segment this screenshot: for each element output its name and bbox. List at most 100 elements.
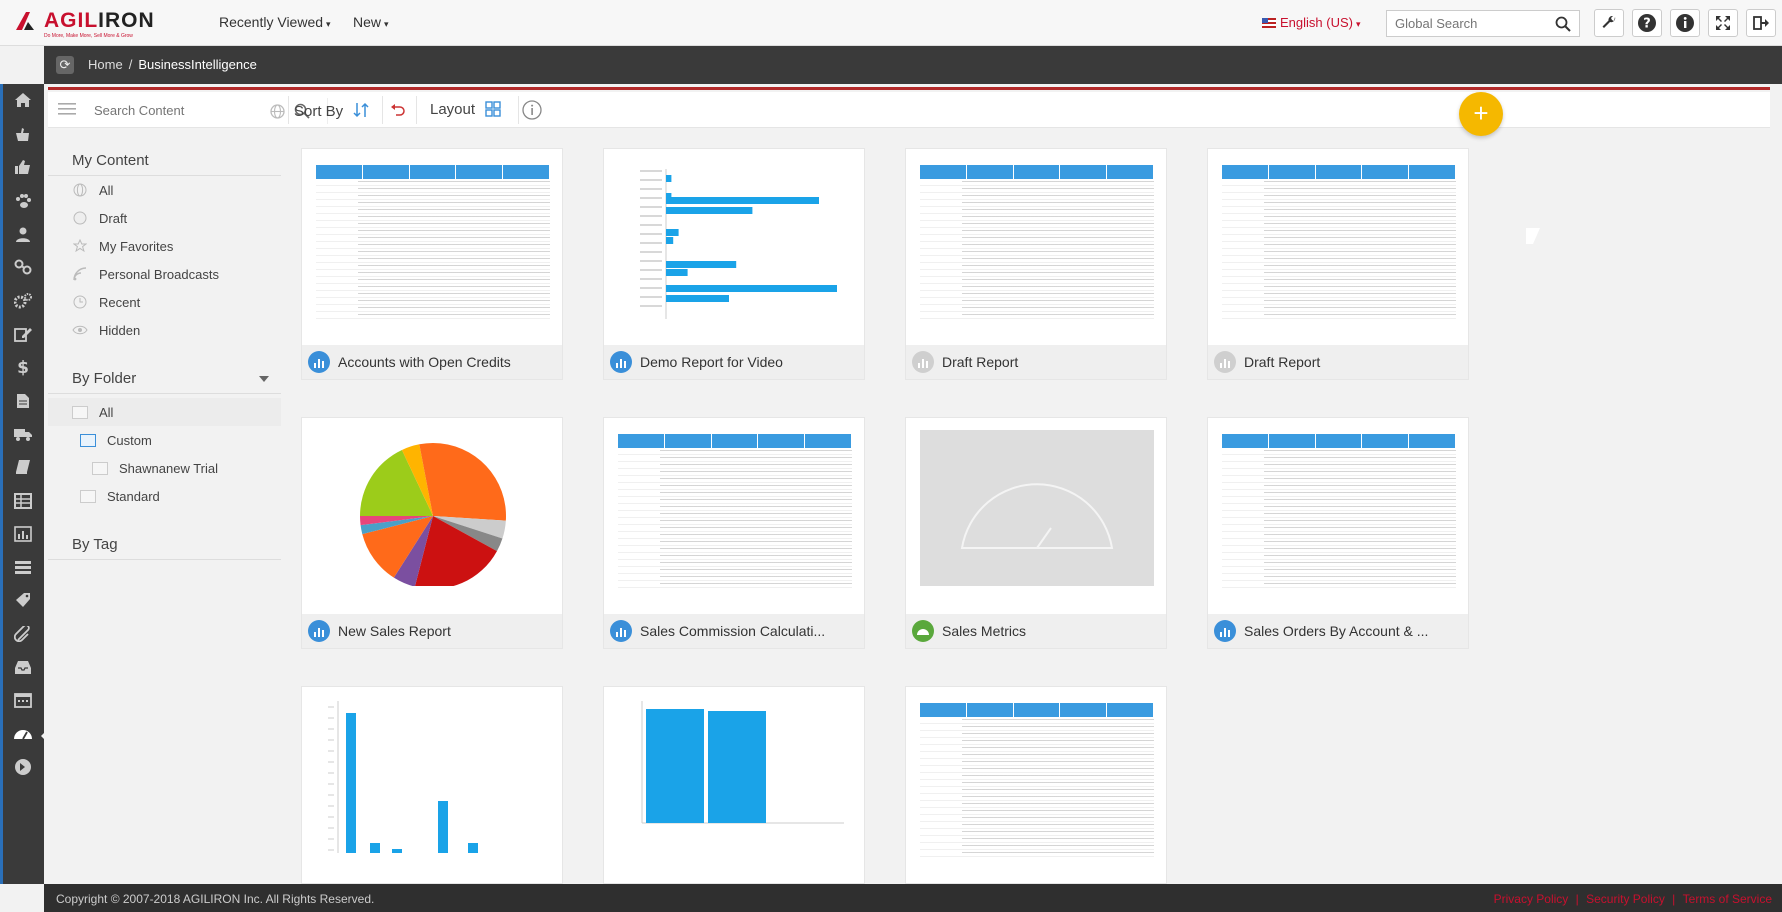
book-icon[interactable] (13, 457, 33, 477)
report-tile[interactable]: Draft Report (1207, 148, 1469, 380)
table-icon[interactable] (13, 491, 33, 511)
bar (666, 229, 679, 236)
bar (666, 237, 674, 244)
folder-all[interactable]: All (48, 398, 281, 426)
edit-icon[interactable] (13, 324, 33, 344)
bar (646, 709, 704, 823)
report-caption: Sales Commission Calculati... (604, 614, 864, 648)
report-tile[interactable] (905, 686, 1167, 884)
us-flag-icon (1262, 18, 1276, 28)
chevron-down-icon: ▾ (1355, 19, 1361, 29)
layout-label: Layout (430, 101, 476, 118)
bar (666, 295, 729, 302)
filter-personal-broadcasts[interactable]: Personal Broadcasts (48, 260, 281, 288)
report-caption: Accounts with Open Credits (302, 345, 562, 379)
report-tile[interactable]: New Sales Report (301, 417, 563, 649)
info-button[interactable] (1670, 9, 1700, 37)
my-content-heading: My Content (48, 140, 281, 176)
recently-viewed-menu[interactable]: Recently Viewed ▾ (219, 14, 331, 30)
refresh-icon[interactable]: ⟳ (56, 56, 74, 74)
toolbar-divider (518, 96, 519, 124)
filter-draft[interactable]: Draft (48, 204, 281, 232)
arrow-right-circle-icon[interactable] (13, 757, 33, 777)
add-button[interactable]: + (1459, 92, 1503, 136)
report-thumbnail (906, 418, 1166, 614)
tools-button[interactable] (1594, 9, 1624, 37)
by-folder-heading[interactable]: By Folder (48, 358, 281, 394)
globe-icon[interactable] (270, 104, 285, 119)
logo-mark-icon (16, 12, 34, 30)
security-policy-link[interactable]: Security Policy (1586, 892, 1665, 906)
report-tile[interactable] (603, 686, 865, 884)
report-tile[interactable]: Demo Report for Video (603, 148, 865, 380)
report-title: Draft Report (1244, 354, 1321, 370)
paperclip-icon[interactable] (13, 624, 33, 644)
search-icon[interactable] (1555, 16, 1571, 32)
layout-button[interactable]: Layout (430, 101, 501, 118)
tag-icon[interactable] (13, 590, 33, 610)
gears-icon[interactable] (13, 291, 33, 311)
new-menu[interactable]: New ▾ (353, 14, 389, 30)
report-thumbnail (1208, 418, 1468, 614)
filter-recent[interactable]: Recent (48, 288, 281, 316)
report-tile[interactable]: Sales Commission Calculati... (603, 417, 865, 649)
bar-chart-icon (912, 351, 934, 373)
truck-icon[interactable] (13, 424, 33, 444)
filter-my-favorites[interactable]: My Favorites (48, 232, 281, 260)
report-caption: Draft Report (906, 345, 1166, 379)
logo-tagline: Do More, Make More, Sell More & Grow (44, 33, 133, 39)
report-thumbnail (906, 149, 1166, 345)
agiliron-logo[interactable]: AGILIRON Do More, Make More, Sell More &… (14, 9, 155, 39)
report-thumbnail (302, 418, 562, 614)
report-tile[interactable]: Sales Orders By Account & ... (1207, 417, 1469, 649)
bar (708, 711, 766, 823)
logout-button[interactable] (1746, 9, 1776, 37)
list-icon[interactable] (13, 557, 33, 577)
user-icon[interactable] (13, 224, 33, 244)
language-selector[interactable]: English (US) ▾ (1262, 15, 1361, 30)
report-tile[interactable]: Sales Metrics (905, 417, 1167, 649)
accent-divider (48, 87, 1770, 90)
home-icon[interactable] (13, 90, 33, 110)
link-icon[interactable] (13, 257, 33, 277)
dashboard-icon[interactable] (13, 724, 33, 744)
paw-icon[interactable] (13, 191, 33, 211)
bar (666, 175, 672, 182)
report-tile[interactable]: Accounts with Open Credits (301, 148, 563, 380)
breadcrumb-bar: ⟳ Home / BusinessIntelligence (44, 46, 1782, 84)
privacy-policy-link[interactable]: Privacy Policy (1494, 892, 1569, 906)
breadcrumb-home[interactable]: Home (88, 57, 123, 72)
terms-of-service-link[interactable]: Terms of Service (1683, 892, 1772, 906)
calendar-icon[interactable] (13, 690, 33, 710)
sort-by-button[interactable]: Sort By (294, 101, 369, 120)
menu-icon[interactable] (58, 102, 76, 116)
filter-hidden[interactable]: Hidden (48, 316, 281, 344)
report-tile[interactable]: Draft Report (905, 148, 1167, 380)
by-tag-heading[interactable]: By Tag (48, 524, 281, 560)
thumbs-up-icon[interactable] (13, 157, 33, 177)
document-icon[interactable] (13, 391, 33, 411)
report-tile[interactable] (301, 686, 563, 884)
folder-custom-label: Custom (107, 432, 152, 448)
global-search-input[interactable] (1387, 11, 1547, 36)
help-button[interactable]: ? (1632, 9, 1662, 37)
folder-custom[interactable]: Custom (48, 426, 281, 454)
filter-draft-label: Draft (99, 210, 128, 226)
info-icon[interactable] (522, 100, 542, 120)
filter-recent-label: Recent (99, 294, 141, 310)
folder-shawnanew-trial[interactable]: Shawnanew Trial (48, 454, 281, 482)
pie-slice (433, 443, 506, 521)
report-title: Sales Orders By Account & ... (1244, 623, 1429, 639)
undo-icon[interactable] (390, 102, 406, 118)
inbox-icon[interactable] (13, 657, 33, 677)
content-search-input[interactable] (88, 98, 238, 122)
gauge-thumbnail (920, 430, 1154, 586)
hand-pointer-icon[interactable] (13, 124, 33, 144)
filter-all[interactable]: All (48, 176, 281, 204)
folder-standard[interactable]: Standard (48, 482, 281, 510)
dollar-icon[interactable]: $ (13, 357, 33, 377)
bar (392, 849, 402, 853)
bar-chart-icon[interactable] (13, 524, 33, 544)
eye-slash-icon (72, 322, 88, 338)
fullscreen-button[interactable] (1708, 9, 1738, 37)
